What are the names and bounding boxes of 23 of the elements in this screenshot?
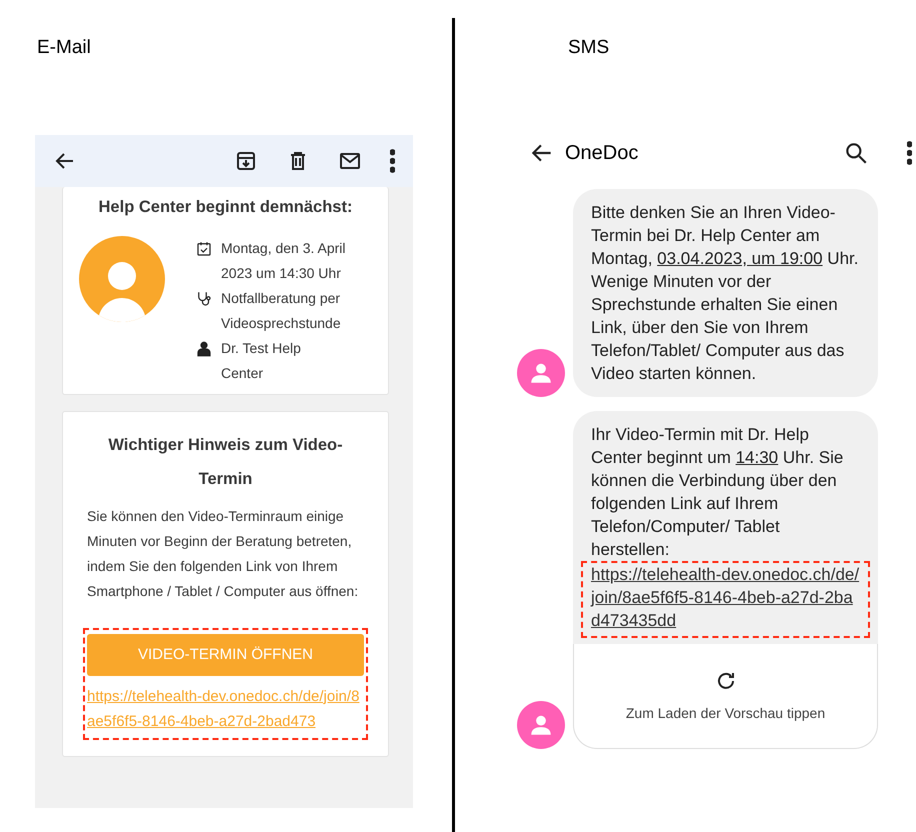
card-title: Help Center beginnt demnächst: bbox=[98, 197, 354, 218]
more-options-icon bbox=[390, 148, 395, 173]
contact-avatar bbox=[517, 701, 565, 749]
link-preview[interactable]: Zum Laden der Vorschau tippen bbox=[573, 644, 878, 749]
contact-avatar bbox=[517, 349, 565, 397]
message-link[interactable]: https://telehealth-dev.onedoc.ch/de/join/8ae5f6f5-8146-4beb-a27d-2bad473435dd bbox=[591, 563, 860, 632]
conversation-title: OneDoc bbox=[565, 141, 638, 166]
more-button[interactable] bbox=[907, 140, 912, 166]
detail-text: Notfallberatung per Videosprechstunde bbox=[221, 288, 342, 333]
calendar-icon bbox=[195, 240, 213, 258]
message-text: Bitte denken Sie an Ihren Video-Termin bei Dr. Help Center am Montag, 03.04.2023, um 19:00 Uhr. Wenige Minuten vor der Sprechstunde erhalten Sie einen Link, über den Sie von Ihrem Telefon/Tablet/ Computer aus das Video starten können. bbox=[591, 202, 860, 385]
toolbar-button[interactable] bbox=[390, 148, 395, 174]
card-title: Wichtiger Hinweis zum Video-Termin bbox=[107, 434, 344, 490]
message-text: Ihr Video-Termin mit Dr. Help Center beginnt um 14:30 Uhr. Sie können die Verbindung über den folgenden Link auf Ihrem Telefon/Computer/ Tablet herstellen: bbox=[591, 424, 844, 561]
stethoscope-icon bbox=[195, 290, 213, 308]
section-heading: SMS bbox=[567, 36, 610, 60]
notice-text: Sie können den Video-Terminraum einige Minuten vor Beginn der Beratung betreten, indem Sie den folgenden Link von Ihrem Smartphone / Tablet / Computer aus öffnen: bbox=[87, 506, 360, 601]
preview-text: Zum Laden der Vorschau tippen bbox=[626, 704, 826, 723]
more-options-icon bbox=[907, 140, 912, 166]
detail-text: Dr. Test Help Center bbox=[221, 338, 302, 383]
doctor-icon bbox=[195, 340, 213, 358]
detail-text: Montag, den 3. April 2023 um 14:30 Uhr bbox=[221, 238, 346, 283]
section-heading: E-Mail bbox=[36, 36, 92, 60]
